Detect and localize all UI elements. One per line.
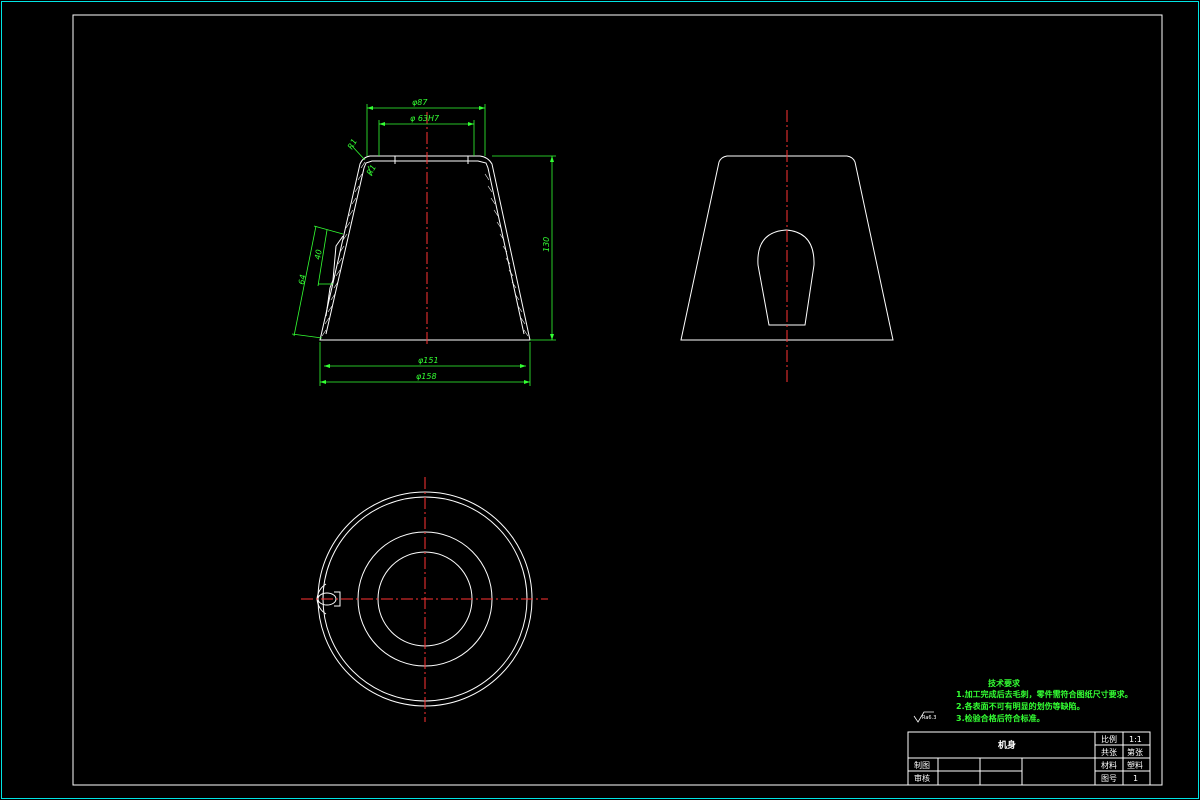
tb-drafter-label: 制图 [914, 760, 930, 770]
tb-qty-label: 共张 [1101, 748, 1117, 757]
front-dimensions [291, 104, 556, 386]
tb-checker-label: 审核 [914, 773, 930, 783]
dim-height: 130 [542, 237, 551, 252]
tb-scale-value: 1:1 [1129, 735, 1142, 744]
inner-frame [72, 14, 1163, 786]
technical-notes: 技术要求 1.加工完成后去毛刺，零件需符合图纸尺寸要求。 2.各表面不可有明显的… [956, 678, 1133, 723]
notes-title: 技术要求 [988, 678, 1021, 688]
dim-top-outer: φ87 [412, 98, 428, 107]
surface-roughness-value: Ra6.3 [922, 715, 936, 721]
dim-fillet-inner: R1 [365, 163, 378, 177]
top-view-center-lines [301, 477, 548, 722]
dim-side-a: 64 [297, 274, 308, 286]
tb-qty-value: 第张 [1127, 747, 1143, 757]
dim-fillet-outer: R1 [346, 137, 359, 151]
title-part-name: 机身 [998, 739, 1016, 751]
note-item-1: 1.加工完成后去毛刺，零件需符合图纸尺寸要求。 [956, 689, 1133, 699]
tb-scale-label: 比例 [1101, 734, 1117, 744]
dim-bottom-outer: φ158 [416, 372, 437, 381]
front-section-view [319, 155, 531, 341]
engineering-drawing: φ87 φ 63H7 130 φ151 φ158 R1 R1 64 40 Ra6… [1, 1, 1199, 799]
tb-material-value: 塑料 [1127, 760, 1143, 770]
tb-drawing-no-value: 1 [1133, 774, 1138, 783]
tb-material-label: 材料 [1101, 760, 1117, 770]
note-item-3: 3.检验合格后符合标准。 [956, 713, 1045, 723]
tb-drawing-no-label: 图号 [1101, 774, 1117, 783]
dim-bottom-inner: φ151 [418, 356, 439, 365]
dim-top-inner: φ 63H7 [410, 114, 440, 123]
note-item-2: 2.各表面不可有明显的划伤等缺陷。 [956, 701, 1085, 711]
dim-side-b: 40 [313, 249, 324, 261]
